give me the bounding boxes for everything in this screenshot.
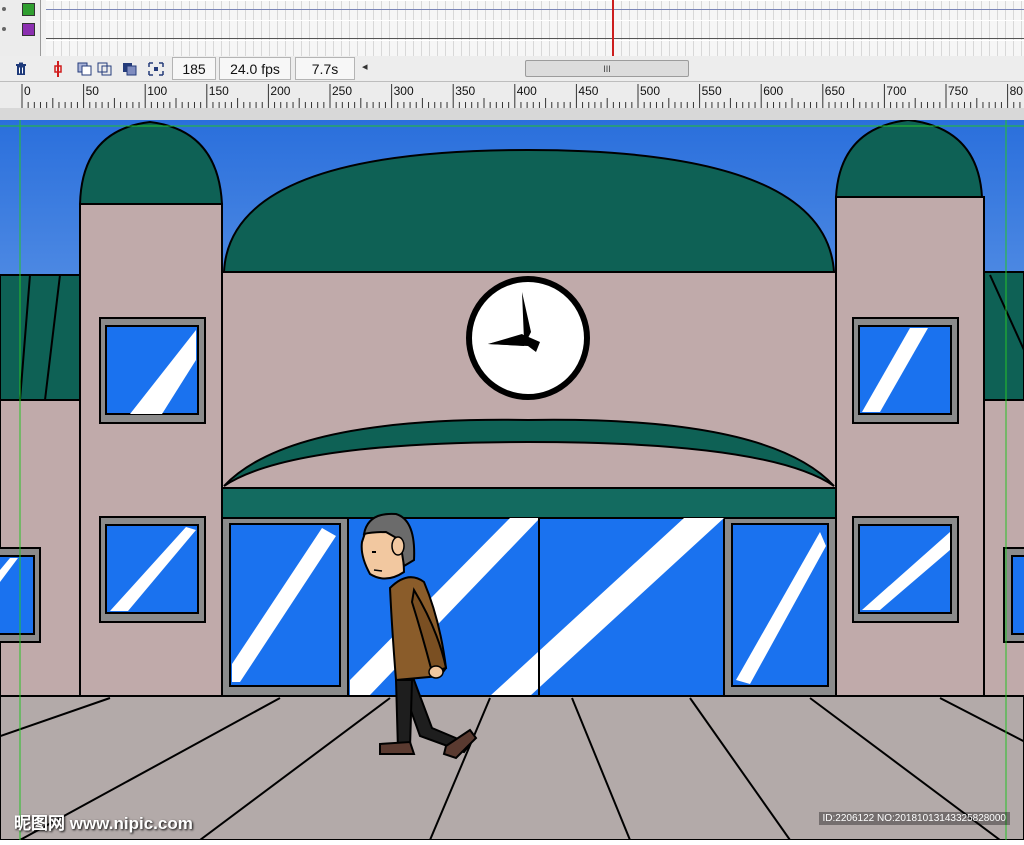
- entrance-canopy: [221, 487, 837, 519]
- ruler-label: 600: [763, 84, 783, 98]
- layer-row[interactable]: [0, 20, 40, 40]
- watermark-id: ID:2206122 NO:20181013143325828000: [818, 812, 1010, 825]
- ruler-label: 350: [455, 84, 475, 98]
- layer-row[interactable]: [0, 0, 40, 20]
- ruler-label: 80: [1010, 84, 1024, 98]
- ruler-label: 500: [640, 84, 660, 98]
- ruler-label: 450: [578, 84, 598, 98]
- frame-rate-field[interactable]: 24.0 fps: [219, 57, 291, 80]
- left-roof: [0, 274, 81, 401]
- train-station-scene: [0, 118, 1024, 841]
- markers-icon: [147, 61, 164, 76]
- ruler-label: 400: [517, 84, 537, 98]
- ruler-label: 100: [147, 84, 167, 98]
- center-frame-icon: [53, 60, 62, 77]
- ruler-label: 150: [209, 84, 229, 98]
- current-frame-field[interactable]: 185: [172, 57, 216, 80]
- ruler-label: 0: [24, 84, 31, 98]
- onion-skin-outlines-button[interactable]: [96, 60, 113, 77]
- horizontal-ruler: 0 50 100 150 200 250 300 350 400 450 500 550 600 650 7…: [0, 82, 1024, 109]
- frame-span-line: [46, 38, 1024, 39]
- ruler-label: 50: [86, 84, 100, 98]
- pasteboard: [0, 108, 1024, 120]
- layer-list: [0, 0, 41, 56]
- onion-skin-button[interactable]: [76, 60, 93, 77]
- edit-multiple-frames-button[interactable]: [121, 60, 138, 77]
- layer-color-swatch[interactable]: [22, 3, 35, 16]
- onion-outline-icon: [97, 62, 111, 75]
- ruler-label: 200: [270, 84, 290, 98]
- ruler-label: 700: [886, 84, 906, 98]
- modify-markers-button[interactable]: [147, 60, 164, 77]
- ruler-label: 650: [825, 84, 845, 98]
- ruler-label: 250: [332, 84, 352, 98]
- edit-frames-icon: [122, 62, 136, 75]
- frame-span-line: [46, 9, 1024, 10]
- ruler-label: 550: [702, 84, 722, 98]
- ruler-label: 300: [394, 84, 414, 98]
- elapsed-time-field: 7.7s: [295, 57, 355, 80]
- onion-skin-icon: [77, 62, 91, 75]
- ruler-ticks: 0 50 100 150 200 250 300 350 400 450 500 550 600 650 7…: [21, 84, 1024, 108]
- timeline-panel: [0, 0, 1024, 57]
- scroll-left-arrow[interactable]: ◂: [362, 60, 368, 73]
- ruler-label: 750: [948, 84, 968, 98]
- timeline-scroll-thumb[interactable]: III: [525, 60, 689, 77]
- stage-canvas[interactable]: [0, 118, 1024, 841]
- delete-layer-button[interactable]: [12, 60, 29, 77]
- left-tower: [79, 203, 223, 699]
- trash-icon: [15, 62, 26, 75]
- timeline-toolbar: 185 24.0 fps 7.7s ◂ III: [0, 56, 1024, 82]
- playhead[interactable]: [612, 0, 614, 56]
- layer-visibility-dot[interactable]: [2, 27, 6, 31]
- layer-visibility-dot[interactable]: [2, 7, 6, 11]
- watermark-logo: 昵图网 www.nipic.com: [14, 814, 193, 833]
- layer-color-swatch[interactable]: [22, 23, 35, 36]
- clock: [466, 276, 590, 400]
- center-frame-button[interactable]: [49, 60, 66, 77]
